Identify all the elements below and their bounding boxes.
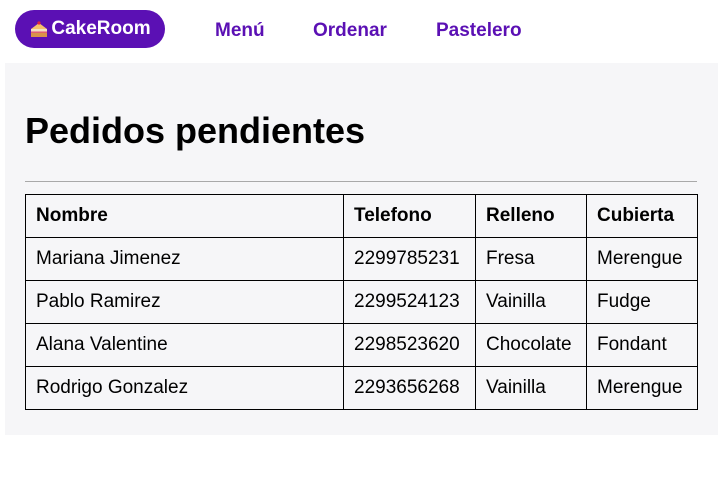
cell-filling: Chocolate xyxy=(475,323,587,367)
cell-filling: Fresa xyxy=(475,237,587,281)
nav-link-order[interactable]: Ordenar xyxy=(313,20,387,42)
column-header-name: Nombre xyxy=(25,194,344,238)
cell-phone: 2299524123 xyxy=(343,280,476,324)
nav-link-menu[interactable]: Menú xyxy=(215,20,265,42)
brand-label: CakeRoom xyxy=(51,18,151,39)
cell-name: Alana Valentine xyxy=(25,323,344,367)
title-divider xyxy=(25,181,697,182)
cell-topping: Fondant xyxy=(586,323,698,367)
table-row: Alana Valentine 2298523620 Chocolate Fon… xyxy=(25,323,698,367)
table-row: Rodrigo Gonzalez 2293656268 Vainilla Mer… xyxy=(25,366,698,410)
table-header-row: Nombre Telefono Relleno Cubierta xyxy=(25,194,698,238)
page-title: Pedidos pendientes xyxy=(25,110,366,151)
cell-name: Pablo Ramirez xyxy=(25,280,344,324)
column-header-topping: Cubierta xyxy=(586,194,698,238)
table-row: Pablo Ramirez 2299524123 Vainilla Fudge xyxy=(25,280,698,324)
cell-topping: Merengue xyxy=(586,237,698,281)
cell-filling: Vainilla xyxy=(475,280,587,324)
pending-orders-panel: Pedidos pendientes Nombre Telefono Relle… xyxy=(5,63,718,435)
cell-filling: Vainilla xyxy=(475,366,587,410)
column-header-filling: Relleno xyxy=(475,194,587,238)
cake-icon xyxy=(29,20,49,38)
table-row: Mariana Jimenez 2299785231 Fresa Merengu… xyxy=(25,237,698,281)
cell-name: Rodrigo Gonzalez xyxy=(25,366,344,410)
cell-phone: 2299785231 xyxy=(343,237,476,281)
orders-table: Nombre Telefono Relleno Cubierta Mariana… xyxy=(25,194,698,410)
cell-phone: 2293656268 xyxy=(343,366,476,410)
column-header-phone: Telefono xyxy=(343,194,476,238)
cell-phone: 2298523620 xyxy=(343,323,476,367)
cell-topping: Merengue xyxy=(586,366,698,410)
brand-logo-button[interactable]: CakeRoom xyxy=(15,10,165,48)
nav-link-baker[interactable]: Pastelero xyxy=(436,20,522,42)
cell-name: Mariana Jimenez xyxy=(25,237,344,281)
cell-topping: Fudge xyxy=(586,280,698,324)
navbar: CakeRoom Menú Ordenar Pastelero xyxy=(0,0,723,62)
